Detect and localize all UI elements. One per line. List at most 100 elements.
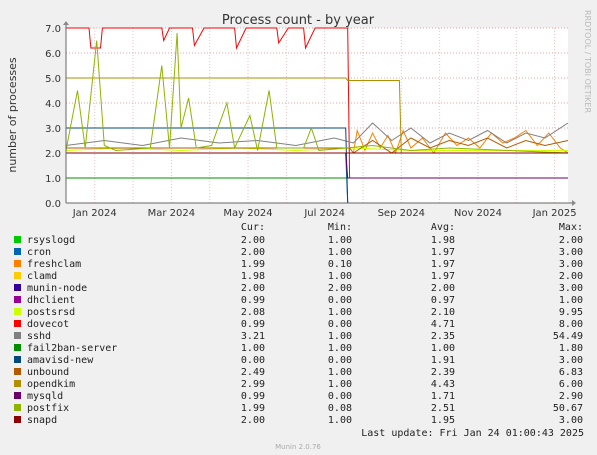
legend-min-snapd: 1.00 — [328, 415, 352, 426]
process-count-chart: Process count - by year RRDTOOL / TOBI O… — [6, 10, 592, 451]
legend-swatch-rsyslogd — [14, 236, 21, 243]
legend-name-mysqld: mysqld — [27, 391, 63, 402]
munin-version-footer: Munin 2.0.76 — [275, 443, 321, 451]
legend-min-cron: 1.00 — [328, 247, 352, 258]
legend-min-sshd: 1.00 — [328, 331, 352, 342]
last-update-text: Last update: Fri Jan 24 01:00:43 2025 — [361, 428, 584, 439]
legend-min-freshclam: 0.10 — [328, 259, 352, 270]
legend-max-fail2ban-server: 1.80 — [559, 343, 583, 354]
legend-min-clamd: 1.00 — [328, 271, 352, 282]
legend-swatch-clamd — [14, 272, 21, 279]
legend-max-mysqld: 2.90 — [559, 391, 583, 402]
legend-swatch-postfix — [14, 404, 21, 411]
x-tick-label: Nov 2024 — [454, 208, 502, 219]
legend-cur-postsrsd: 2.08 — [241, 307, 265, 318]
legend-avg-unbound: 2.39 — [431, 367, 455, 378]
legend-avg-munin-node: 2.00 — [431, 283, 455, 294]
legend-avg-dovecot: 4.71 — [431, 319, 455, 330]
legend-table: Cur: Min: Avg: Max:rsyslogd 2.00 1.00 1.98 2.00… — [14, 222, 583, 426]
legend-avg-clamd: 1.97 — [431, 271, 455, 282]
legend-name-clamd: clamd — [27, 271, 57, 282]
legend-swatch-fail2ban-server — [14, 344, 21, 351]
legend-min-munin-node: 2.00 — [328, 283, 352, 294]
legend-min-fail2ban-server: 1.00 — [328, 343, 352, 354]
y-tick-label: 2.0 — [45, 149, 61, 160]
legend-name-sshd: sshd — [27, 331, 51, 342]
legend-min-mysqld: 0.00 — [328, 391, 352, 402]
legend-cur-munin-node: 2.00 — [241, 283, 265, 294]
legend-avg-freshclam: 1.97 — [431, 259, 455, 270]
legend-cur-cron: 2.00 — [241, 247, 265, 258]
x-tick-label: Sep 2024 — [378, 208, 425, 219]
legend-avg-postfix: 2.51 — [431, 403, 455, 414]
y-tick-label: 5.0 — [45, 74, 61, 85]
legend-header-min: Min: — [328, 222, 352, 233]
legend-max-amavisd-new: 3.00 — [559, 355, 583, 366]
rrdtool-side-label: RRDTOOL / TOBI OETIKER — [583, 10, 592, 113]
legend-swatch-freshclam — [14, 260, 21, 267]
legend-cur-dovecot: 0.99 — [241, 319, 265, 330]
legend-name-amavisd-new: amavisd-new — [27, 355, 94, 366]
y-tick-label: 6.0 — [45, 49, 61, 60]
x-axis-arrow — [572, 200, 576, 206]
legend-max-postsrsd: 9.95 — [559, 307, 583, 318]
legend-swatch-dovecot — [14, 320, 21, 327]
plot-area — [66, 28, 568, 203]
legend-avg-sshd: 2.35 — [431, 331, 455, 342]
legend-avg-fail2ban-server: 1.00 — [431, 343, 455, 354]
legend-avg-mysqld: 1.71 — [431, 391, 455, 402]
legend-cur-fail2ban-server: 1.00 — [241, 343, 265, 354]
y-axis-label: number of processes — [6, 57, 19, 173]
legend-max-unbound: 6.83 — [559, 367, 583, 378]
legend-max-cron: 3.00 — [559, 247, 583, 258]
legend-name-dovecot: dovecot — [27, 319, 69, 330]
x-tick-label: Jan 2025 — [532, 208, 577, 219]
legend-min-unbound: 1.00 — [328, 367, 352, 378]
legend-max-dovecot: 8.00 — [559, 319, 583, 330]
legend-swatch-snapd — [14, 416, 21, 423]
legend-cur-rsyslogd: 2.00 — [241, 235, 265, 246]
legend-max-opendkim: 6.00 — [559, 379, 583, 390]
legend-header-max: Max: — [559, 222, 583, 233]
legend-min-rsyslogd: 1.00 — [328, 235, 352, 246]
legend-name-dhclient: dhclient — [27, 295, 75, 306]
legend-max-clamd: 2.00 — [559, 271, 583, 282]
legend-min-amavisd-new: 0.00 — [328, 355, 352, 366]
legend-max-munin-node: 3.00 — [559, 283, 583, 294]
legend-min-postsrsd: 1.00 — [328, 307, 352, 318]
legend-swatch-postsrsd — [14, 308, 21, 315]
legend-swatch-mysqld — [14, 392, 21, 399]
legend-name-freshclam: freshclam — [27, 259, 81, 270]
legend-name-snapd: snapd — [27, 415, 57, 426]
legend-cur-dhclient: 0.99 — [241, 295, 265, 306]
legend-avg-dhclient: 0.97 — [431, 295, 455, 306]
legend-avg-snapd: 1.95 — [431, 415, 455, 426]
y-tick-label: 1.0 — [45, 174, 61, 185]
legend-header-cur: Cur: — [241, 222, 265, 233]
legend-swatch-cron — [14, 248, 21, 255]
legend-min-postfix: 0.08 — [328, 403, 352, 414]
legend-cur-postfix: 1.99 — [241, 403, 265, 414]
legend-avg-amavisd-new: 1.91 — [431, 355, 455, 366]
legend-cur-opendkim: 2.99 — [241, 379, 265, 390]
y-tick-label: 7.0 — [45, 24, 61, 35]
legend-cur-snapd: 2.00 — [241, 415, 265, 426]
legend-header-avg: Avg: — [431, 222, 455, 233]
x-tick-label: May 2024 — [223, 208, 272, 219]
legend-swatch-sshd — [14, 332, 21, 339]
legend-avg-postsrsd: 2.10 — [431, 307, 455, 318]
legend-avg-rsyslogd: 1.98 — [431, 235, 455, 246]
legend-avg-cron: 1.97 — [431, 247, 455, 258]
legend-name-opendkim: opendkim — [27, 379, 75, 390]
legend-name-postfix: postfix — [27, 403, 69, 414]
y-tick-label: 0.0 — [45, 199, 61, 210]
legend-name-cron: cron — [27, 247, 51, 258]
legend-name-rsyslogd: rsyslogd — [27, 235, 75, 246]
legend-cur-amavisd-new: 0.00 — [241, 355, 265, 366]
y-axis-arrow — [63, 21, 69, 25]
legend-max-snapd: 3.00 — [559, 415, 583, 426]
legend-min-opendkim: 1.00 — [328, 379, 352, 390]
legend-max-dhclient: 1.00 — [559, 295, 583, 306]
legend-name-postsrsd: postsrsd — [27, 307, 75, 318]
legend-min-dhclient: 0.00 — [328, 295, 352, 306]
